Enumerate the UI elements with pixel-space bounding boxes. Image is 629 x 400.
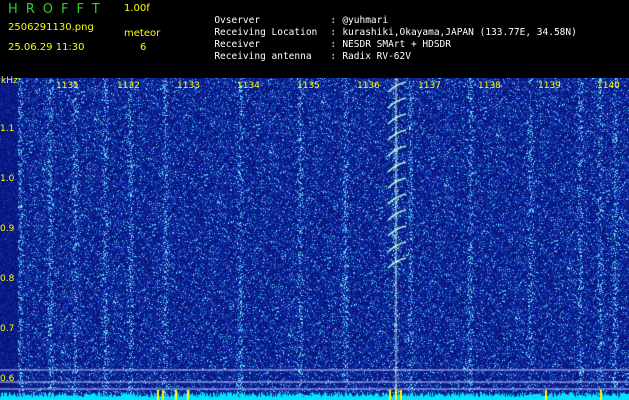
info-key: Ovserver xyxy=(214,15,261,26)
info-value: kurashiki,Okayama,JAPAN (133.77E, 34.58N… xyxy=(342,27,577,38)
version-label: 1.00f xyxy=(124,3,150,14)
y-tick-label: 0.7 xyxy=(0,324,15,334)
x-tick-label: 1139 xyxy=(538,81,561,91)
y-tick-label: 1.1 xyxy=(0,124,15,134)
x-tick-label: 1133 xyxy=(177,81,200,91)
x-tick-label: 1137 xyxy=(418,81,441,91)
header-panel: HROFFT 1.00f 2506291130.png 25.06.29 11:… xyxy=(0,0,629,78)
y-axis-unit: kHz xyxy=(1,76,18,86)
app-title: HROFFT xyxy=(8,2,108,17)
info-separator: : xyxy=(330,27,337,38)
datetime-label: 25.06.29 11:30 xyxy=(8,42,85,53)
info-value: NESDR SMArt + HDSDR xyxy=(342,39,451,50)
station-info: Ovserver: @yuhmari Receiving Location: kur… xyxy=(180,3,577,62)
y-tick-label: 0.9 xyxy=(0,224,15,234)
info-key: Receiver xyxy=(214,39,261,50)
info-separator: : xyxy=(330,39,337,50)
info-value: Radix RV-62V xyxy=(342,51,411,62)
info-value: @yuhmari xyxy=(342,15,389,26)
x-tick-label: 1134 xyxy=(237,81,260,91)
info-separator: : xyxy=(330,15,337,26)
info-row-observer: Ovserver: @yuhmari xyxy=(180,3,577,26)
mode-value: 6 xyxy=(140,42,147,53)
x-tick-label: 1138 xyxy=(478,81,501,91)
x-tick-label: 1131 xyxy=(56,81,79,91)
x-tick-label: 1140 xyxy=(597,81,620,91)
x-tick-label: 1136 xyxy=(357,81,380,91)
info-key: Receiving antenna xyxy=(214,51,312,62)
info-separator: : xyxy=(330,51,337,62)
y-tick-label: 0.6 xyxy=(0,374,15,384)
filename-label: 2506291130.png xyxy=(8,22,94,33)
spectrogram-canvas xyxy=(0,78,629,400)
info-key: Receiving Location xyxy=(214,27,318,38)
x-tick-label: 1135 xyxy=(297,81,320,91)
y-tick-label: 1.0 xyxy=(0,174,15,184)
mode-label: meteor xyxy=(124,28,161,39)
x-tick-label: 1132 xyxy=(117,81,140,91)
y-tick-label: 0.8 xyxy=(0,274,15,284)
